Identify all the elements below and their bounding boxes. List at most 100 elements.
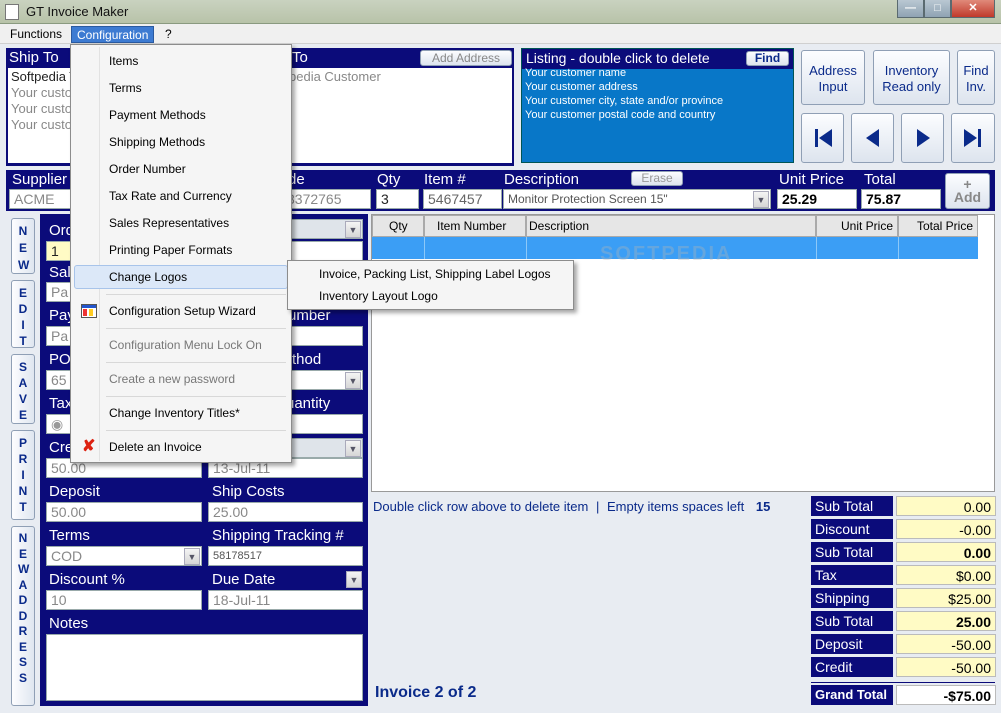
item-number-field[interactable]: 5467457: [423, 189, 502, 209]
notes-field[interactable]: [46, 634, 363, 701]
discount-field[interactable]: 10: [46, 590, 202, 610]
terms-combo[interactable]: COD ▼: [46, 546, 202, 566]
chevron-down-icon[interactable]: ▼: [345, 440, 361, 457]
menu-configuration[interactable]: Configuration: [71, 26, 155, 43]
customer-listing[interactable]: Listing - double click to delete Find Yo…: [521, 48, 794, 163]
column-header[interactable]: Item Number: [424, 215, 526, 237]
column-header[interactable]: Description: [526, 215, 816, 237]
column-header[interactable]: Qty: [372, 215, 424, 237]
chevron-down-icon[interactable]: ▼: [346, 571, 362, 588]
listing-row[interactable]: Your customer address: [525, 81, 638, 93]
item-number-label: Item #: [424, 171, 466, 188]
terms-label: Terms: [49, 527, 90, 544]
status-hint-text: Double click row above to delete item: [373, 499, 589, 514]
total-field[interactable]: 75.87: [861, 189, 941, 209]
description-field[interactable]: Monitor Protection Screen 15" ▼: [503, 189, 771, 209]
deposit-field[interactable]: 50.00: [46, 502, 202, 522]
add-item-button[interactable]: + Add: [945, 173, 990, 209]
tax-total-value: $0.00: [896, 565, 996, 585]
invoice-counter: Invoice 2 of 2: [375, 684, 477, 701]
inventory-read-button[interactable]: Inventory Read only: [873, 50, 950, 105]
ship-costs-label: Ship Costs: [212, 483, 285, 500]
method-label: thod: [292, 351, 322, 368]
tracking-field[interactable]: 58178517: [208, 546, 363, 566]
previous-record-button[interactable]: [851, 113, 894, 163]
menu-item-change-logos[interactable]: Change Logos: [74, 265, 288, 289]
menu-item-shipping-methods[interactable]: Shipping Methods: [74, 130, 288, 154]
menu-item-delete-invoice[interactable]: Delete an Invoice: [74, 435, 288, 459]
bill-to-box[interactable]: pedia Customer: [261, 68, 512, 163]
menu-item-terms[interactable]: Terms: [74, 76, 288, 100]
shipping-total-label: Shipping: [811, 588, 893, 608]
maximize-button[interactable]: □: [924, 0, 951, 18]
empty-spaces-count: 15: [755, 499, 771, 514]
menu-item-change-titles[interactable]: Change Inventory Titles*: [74, 401, 288, 425]
chevron-down-icon[interactable]: ▼: [345, 372, 361, 389]
submenu-item-inventory-logo[interactable]: Inventory Layout Logo: [291, 285, 569, 307]
minimize-button[interactable]: —: [897, 0, 924, 18]
bill-to-line: pedia Customer: [289, 69, 381, 84]
add-address-button[interactable]: Add Address: [420, 50, 512, 66]
menu-separator: [106, 294, 286, 295]
menu-item-sales-reps[interactable]: Sales Representatives: [74, 211, 288, 235]
subtotal-value: 0.00: [896, 496, 996, 516]
radio-icon[interactable]: ◉: [51, 416, 63, 432]
due-date-field[interactable]: 18-Jul-11: [208, 590, 363, 610]
column-header[interactable]: Total Price: [898, 215, 978, 237]
edit-button[interactable]: EDIT: [11, 280, 35, 348]
listing-row[interactable]: Your customer postal code and country: [525, 109, 715, 121]
code-field[interactable]: 3372765: [283, 189, 371, 209]
column-header[interactable]: Unit Price: [816, 215, 898, 237]
chevron-down-icon[interactable]: ▼: [753, 191, 769, 208]
first-record-button[interactable]: [801, 113, 844, 163]
find-button[interactable]: Find: [746, 51, 789, 66]
app-icon: [5, 4, 19, 20]
submenu-item-invoice-logos[interactable]: Invoice, Packing List, Shipping Label Lo…: [291, 263, 569, 285]
menu-item-tax-rate[interactable]: Tax Rate and Currency: [74, 184, 288, 208]
menu-separator: [106, 328, 286, 329]
menu-item-new-password[interactable]: Create a new password: [74, 367, 288, 391]
find-inventory-button[interactable]: Find Inv.: [957, 50, 995, 105]
configuration-menu: Items Terms Payment Methods Shipping Met…: [70, 44, 292, 463]
tax-total-label: Tax: [811, 565, 893, 585]
menu-item-order-number[interactable]: Order Number: [74, 157, 288, 181]
address-input-button[interactable]: Address Input: [801, 50, 865, 105]
chevron-down-icon[interactable]: ▼: [184, 548, 200, 565]
menu-item-setup-wizard[interactable]: Configuration Setup Wizard: [74, 299, 288, 323]
qty-field[interactable]: 3: [376, 189, 419, 209]
supplier-field[interactable]: ACME: [9, 189, 73, 209]
po-label: PO: [49, 351, 71, 368]
erase-button[interactable]: Erase: [631, 171, 683, 186]
menu-help[interactable]: ?: [160, 26, 177, 43]
unit-price-field[interactable]: 25.29: [777, 189, 857, 209]
ship-costs-field[interactable]: 25.00: [208, 502, 363, 522]
subtotal-label: Sub Total: [811, 542, 893, 562]
qty-label: Qty: [377, 171, 401, 188]
credit-total-label: Credit: [811, 657, 893, 677]
add-label: Add: [953, 189, 982, 205]
menu-item-menu-lock[interactable]: Configuration Menu Lock On: [74, 333, 288, 357]
menu-item-items[interactable]: Items: [74, 49, 288, 73]
print-button[interactable]: PRINT: [11, 430, 35, 520]
items-table[interactable]: Qty Item Number Description Unit Price T…: [371, 214, 995, 492]
listing-row[interactable]: Your customer city, state and/or provinc…: [525, 95, 723, 107]
total-divider: [811, 682, 995, 683]
next-record-button[interactable]: [901, 113, 944, 163]
menu-functions[interactable]: Functions: [5, 26, 67, 43]
new-invoice-button[interactable]: NEW: [11, 218, 35, 274]
last-record-button[interactable]: [951, 113, 995, 163]
first-icon: [815, 129, 832, 147]
menu-separator: [106, 362, 286, 363]
description-label: Description: [504, 171, 580, 188]
new-address-button[interactable]: NEW ADDRESS: [11, 526, 35, 706]
previous-icon: [866, 129, 879, 147]
due-date-combo[interactable]: ▼: [208, 570, 363, 590]
menu-item-printing-paper[interactable]: Printing Paper Formats: [74, 238, 288, 262]
save-button[interactable]: SAVE: [11, 354, 35, 424]
menu-item-payment-methods[interactable]: Payment Methods: [74, 103, 288, 127]
chevron-down-icon[interactable]: ▼: [345, 221, 361, 238]
cell-divider: [898, 237, 899, 259]
listing-row[interactable]: Your customer name: [525, 67, 626, 79]
close-button[interactable]: ✕: [951, 0, 995, 18]
menu-separator: [106, 430, 286, 431]
